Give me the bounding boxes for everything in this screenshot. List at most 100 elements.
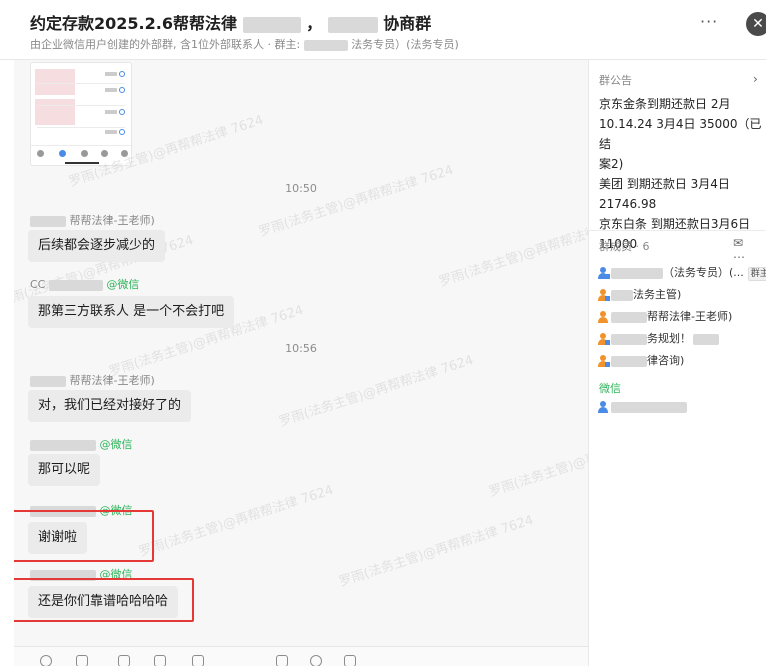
member-item[interactable] bbox=[597, 400, 687, 418]
notice-line: 京东白条 到期还款日3月6日 bbox=[599, 217, 751, 231]
subtitle-suffix: 法务专员）(法务专员) bbox=[351, 38, 459, 51]
chat-header: 约定存款2025.2.6帮帮法律 ， 协商群 由企业微信用户创建的外部群, 含1… bbox=[0, 0, 766, 60]
message-bubble[interactable]: 后续都会逐步减少的 bbox=[28, 230, 166, 262]
person-icon bbox=[597, 289, 610, 301]
watermark: 罗雨(法务主管)@再帮帮法律 7624 bbox=[257, 162, 456, 240]
member-name: 律咨询) bbox=[647, 354, 685, 367]
member-name: 帮帮法律-王老师) bbox=[647, 310, 733, 323]
owner-badge: 群主 bbox=[747, 267, 766, 281]
input-toolbar bbox=[14, 646, 588, 666]
thumb-nav-dot bbox=[81, 150, 88, 157]
thumb-dot bbox=[119, 129, 125, 135]
thumb-nav-dot bbox=[121, 150, 128, 157]
highlight-box bbox=[14, 578, 194, 622]
redacted-name bbox=[30, 375, 66, 387]
timestamp: 10:56 bbox=[285, 342, 317, 355]
thumb-nav-dot bbox=[37, 150, 44, 157]
member-item[interactable]: 帮帮法律-王老师) bbox=[597, 308, 732, 326]
group-title-separator: ， bbox=[306, 14, 323, 33]
notice-line: 美团 到期还款日 3月4日 bbox=[599, 177, 730, 191]
scissors-icon[interactable] bbox=[76, 655, 88, 666]
wechat-section-label: 微信 bbox=[599, 382, 621, 395]
thumb-dot bbox=[119, 109, 125, 115]
members-actions-icon[interactable]: ✉ ⋯ bbox=[733, 236, 766, 264]
thumb-home-bar bbox=[65, 162, 99, 164]
redacted-name bbox=[242, 16, 301, 33]
thumb-tag bbox=[105, 130, 117, 134]
close-icon[interactable]: ✕ bbox=[746, 12, 766, 36]
message-sender: @微信 bbox=[30, 436, 133, 452]
thumb-block bbox=[35, 99, 75, 125]
person-icon bbox=[597, 333, 610, 345]
doc-icon[interactable] bbox=[276, 655, 288, 666]
member-item[interactable]: 律咨询) bbox=[597, 352, 684, 370]
wechat-tag: @微信 bbox=[99, 438, 133, 451]
message-bubble[interactable]: 对，我们已经对接好了的 bbox=[28, 390, 192, 422]
group-title-part2: 协商群 bbox=[383, 14, 432, 33]
image-message[interactable] bbox=[30, 62, 132, 166]
redacted-name bbox=[30, 439, 96, 451]
message-bubble[interactable]: 那第三方联系人 是一个不会打吧 bbox=[28, 296, 235, 328]
member-item[interactable]: 务规划！ bbox=[597, 330, 719, 348]
subtitle-prefix: 由企业微信用户创建的外部群, 含1位外部联系人 · 群主: bbox=[30, 38, 301, 51]
notice-line: 案2) bbox=[599, 157, 624, 171]
member-name: 法务主管) bbox=[633, 288, 682, 301]
thumb-tag bbox=[105, 110, 117, 114]
member-item[interactable]: （法务专员）(... 群主 bbox=[597, 264, 766, 282]
timestamp: 10:50 bbox=[285, 182, 317, 195]
thumb-tag bbox=[105, 72, 117, 76]
mic-icon[interactable] bbox=[344, 655, 356, 666]
member-name: （法务专员）(... bbox=[663, 266, 744, 279]
group-info-panel: 群公告 › 京东金条到期还款日 2月 10.14.24 3月4日 35000（已… bbox=[588, 60, 766, 666]
divider bbox=[589, 230, 766, 231]
thumb-dot bbox=[119, 71, 125, 77]
message-sender: CC @微信 bbox=[30, 276, 139, 292]
redacted-name bbox=[693, 333, 719, 345]
folder-icon[interactable] bbox=[118, 655, 130, 666]
thumb-nav-dot bbox=[59, 150, 66, 157]
message-sender: 帮帮法律-王老师) bbox=[30, 212, 155, 228]
redacted-name bbox=[303, 39, 348, 51]
watermark: 罗雨(法务主管)@再帮帮法律 7624 bbox=[337, 512, 536, 590]
redacted-name bbox=[611, 267, 663, 279]
notice-line: 10.14.24 3月4日 35000（已结 bbox=[599, 117, 762, 151]
thumb-row bbox=[37, 105, 125, 106]
chat-area[interactable]: 罗雨(法务主管)@再帮帮法律 7624 罗雨(法务主管)@再帮帮法律 7624 … bbox=[14, 60, 588, 646]
history-icon[interactable] bbox=[310, 655, 322, 666]
more-options-icon[interactable]: ··· bbox=[700, 12, 718, 31]
redacted-name bbox=[611, 401, 687, 413]
person-icon bbox=[597, 311, 609, 323]
group-title-part1: 约定存款2025.2.6帮帮法律 bbox=[30, 14, 237, 33]
group-title: 约定存款2025.2.6帮帮法律 ， 协商群 bbox=[30, 10, 431, 34]
thumb-tag bbox=[105, 88, 117, 92]
redacted-name bbox=[611, 355, 647, 367]
message-sender: 帮帮法律-王老师) bbox=[30, 372, 155, 388]
sender-name: CC bbox=[30, 278, 46, 291]
members-title: 群成员 · 6 bbox=[599, 240, 650, 253]
emoji-icon[interactable] bbox=[40, 655, 52, 666]
thumb-nav-dot bbox=[101, 150, 108, 157]
member-name: 务规划！ bbox=[647, 332, 691, 345]
thumb-block bbox=[35, 69, 75, 95]
person-icon bbox=[597, 355, 610, 367]
person-icon bbox=[597, 267, 610, 279]
notice-line: 京东金条到期还款日 2月 bbox=[599, 97, 731, 111]
redacted-name bbox=[611, 333, 647, 345]
watermark: 罗雨(法务主管)@再帮帮法律 7624 bbox=[437, 213, 588, 290]
thumb-row bbox=[37, 127, 125, 128]
chevron-right-icon[interactable]: › bbox=[753, 72, 758, 86]
notice-line: 21746.98 bbox=[599, 197, 657, 211]
redacted-name bbox=[611, 311, 647, 323]
watermark: 罗雨(法务主管)@再帮帮法律 7624 bbox=[487, 423, 588, 500]
message-bubble[interactable]: 那可以呢 bbox=[28, 454, 101, 486]
thumb-dot bbox=[119, 87, 125, 93]
highlight-box bbox=[14, 510, 154, 562]
group-subtitle: 由企业微信用户创建的外部群, 含1位外部联系人 · 群主: 法务专员）(法务专员… bbox=[30, 36, 459, 52]
thumb-row bbox=[37, 83, 125, 84]
wechat-tag: @微信 bbox=[106, 278, 140, 291]
calendar-icon[interactable] bbox=[192, 655, 204, 666]
watermark: 罗雨(法务主管)@再帮帮法律 7624 bbox=[137, 482, 336, 560]
image-icon[interactable] bbox=[154, 655, 166, 666]
redacted-name bbox=[48, 279, 103, 291]
member-item[interactable]: 法务主管) bbox=[597, 286, 681, 304]
